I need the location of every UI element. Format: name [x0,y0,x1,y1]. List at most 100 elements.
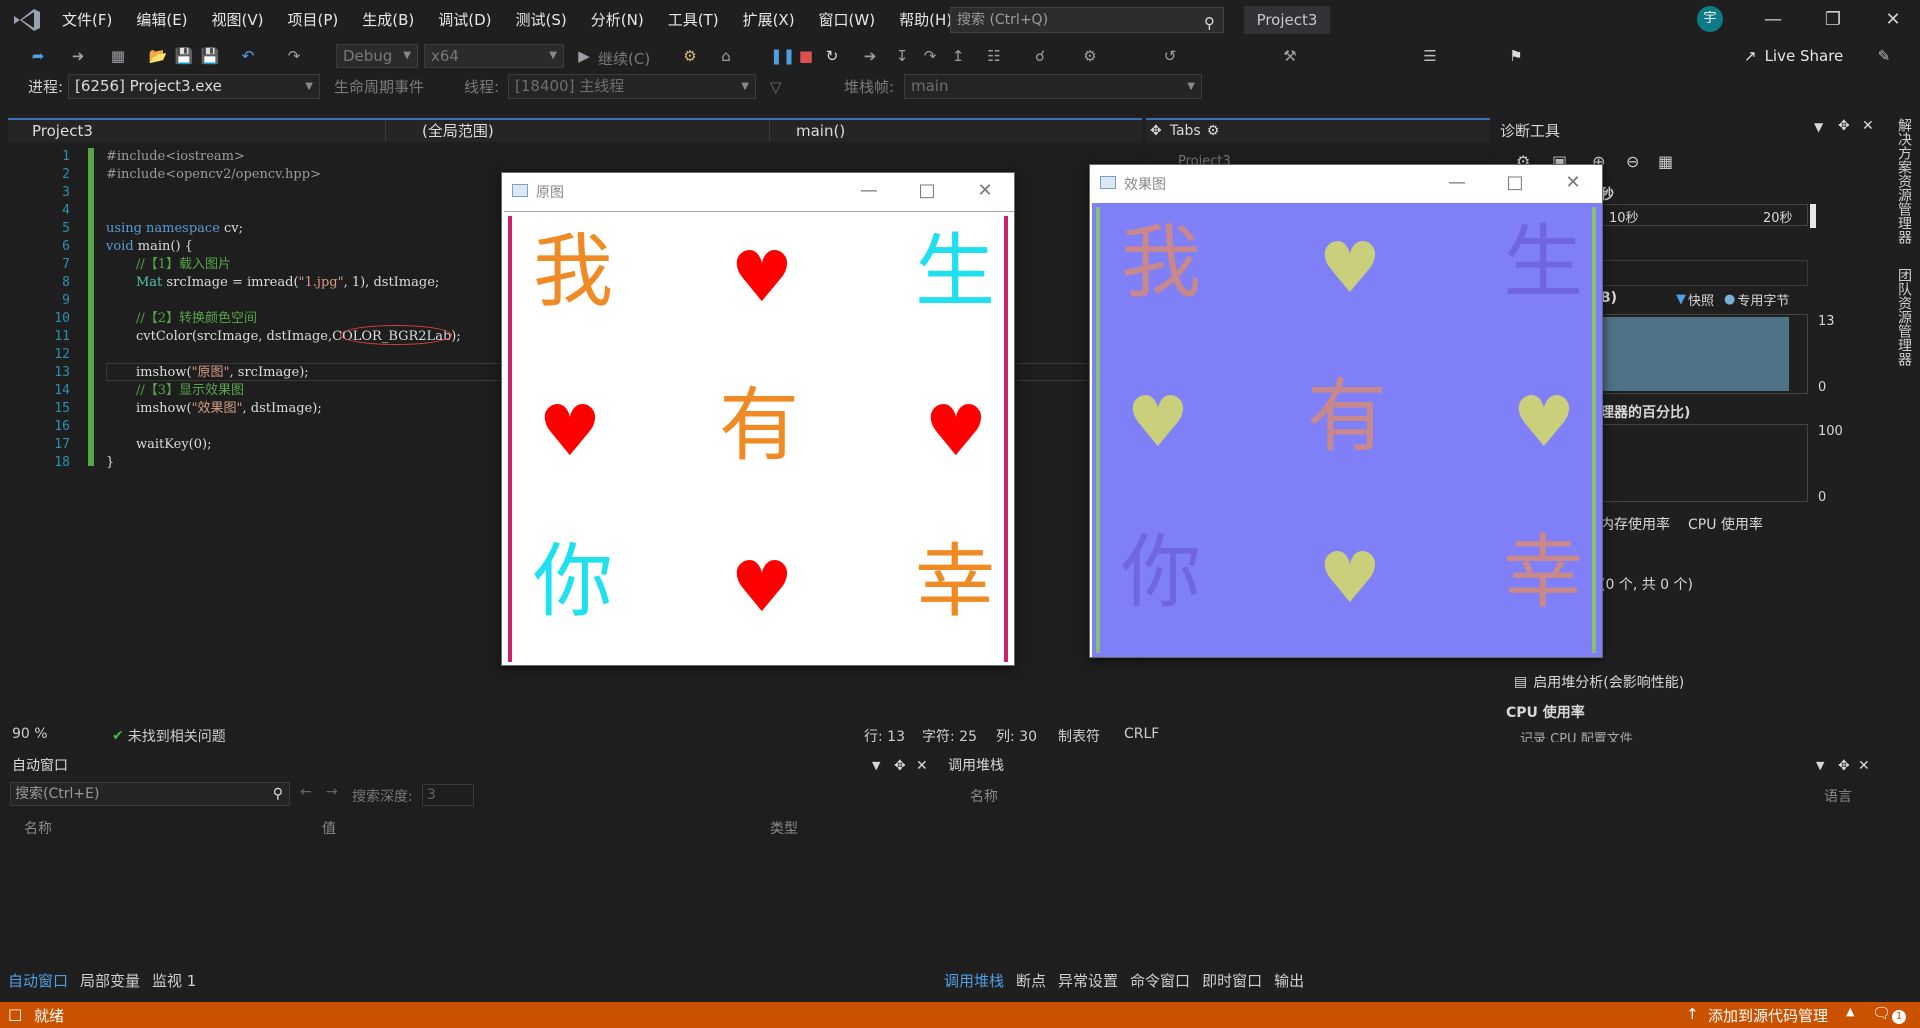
chevron-down-icon[interactable]: ▼ [1816,752,1824,780]
menu-analyze[interactable]: 分析(N) [579,0,656,40]
maximize-button[interactable]: □ [1500,169,1530,197]
close-button[interactable]: ✕ [970,177,1000,205]
live-share-button[interactable]: ↗ Live Share [1744,44,1843,68]
minimize-button[interactable]: — [1750,0,1796,40]
effect-window-titlebar[interactable]: 效果图 — □ ✕ [1090,165,1602,201]
gear-icon[interactable]: ⚙ [1207,123,1220,139]
menu-tools[interactable]: 工具(T) [656,0,731,40]
user-avatar[interactable]: 宇 [1697,6,1723,32]
effect-image-window[interactable]: 效果图 — □ ✕ 我 ♥ 生 ♥ 有 ♥ 你 ♥ 幸 [1089,164,1603,658]
close-button[interactable]: ✕ [1870,0,1916,40]
pin-icon[interactable]: ✥ [1838,752,1850,780]
tab-command-window[interactable]: 命令窗口 [1130,970,1190,992]
autos-search-input[interactable]: 搜索(Ctrl+E) ⚲ [10,782,290,806]
history-icon[interactable]: ↺ [1160,46,1180,66]
enable-heap-analysis-button[interactable]: ▤ 启用堆分析(会影响性能) [1514,672,1684,692]
feedback-icon[interactable]: ✎ [1874,46,1894,66]
project-nav-select[interactable]: Project3 [8,120,386,142]
back-arrow-icon[interactable]: ← [300,784,312,800]
pause-icon[interactable]: ❚❚ [770,46,795,66]
maximize-button[interactable]: □ [912,177,942,205]
zoom-level[interactable]: 90 % [12,726,48,742]
forward-arrow-icon[interactable]: → [326,784,338,800]
pin-icon[interactable]: ✥ [894,752,906,780]
tab-call-stack[interactable]: 调用堆栈 [944,970,1004,992]
tab-exception-settings[interactable]: 异常设置 [1058,970,1118,992]
attach-icon[interactable]: ⚙ [680,46,700,66]
chevron-down-icon[interactable]: ▼ [872,752,880,780]
navigate-back-icon[interactable]: ➦ [28,46,48,66]
record-cpu-profile[interactable]: 记录 CPU 配置文件 [1520,728,1633,742]
bookmark-icon[interactable]: ⚑ [1506,46,1526,66]
global-search-input[interactable]: 搜索 (Ctrl+Q) ⚲ [950,7,1224,33]
tab-locals[interactable]: 局部变量 [80,970,140,992]
tab-output[interactable]: 输出 [1274,970,1304,992]
tab-mode[interactable]: 制表符 [1058,726,1100,746]
line-endings[interactable]: CRLF [1124,726,1159,742]
platform-select[interactable]: x64 ▼ [424,44,564,68]
open-folder-icon[interactable]: 📂 [148,46,168,66]
column-name[interactable]: 名称 [970,786,998,806]
chevron-down-icon[interactable]: ▼ [1814,120,1823,134]
add-to-source-control-button[interactable]: 添加到源代码管理 [1708,1005,1828,1026]
menu-project[interactable]: 项目(P) [276,0,351,40]
menu-test[interactable]: 测试(S) [504,0,579,40]
close-icon[interactable]: ✕ [916,752,928,780]
reset-view-icon[interactable]: ▦ [1658,152,1673,171]
new-project-icon[interactable]: ▦ [108,46,128,66]
issues-indicator[interactable]: ✔ 未找到相关问题 [112,726,226,746]
lifecycle-events-button[interactable]: 生命周期事件 [334,77,424,97]
column-type[interactable]: 类型 [770,818,798,838]
menu-file[interactable]: 文件(F) [50,0,124,40]
original-image-window[interactable]: 原图 — □ ✕ 我 ♥ 生 ♥ 有 ♥ 你 ♥ 幸 [501,172,1015,666]
close-button[interactable]: ✕ [1558,169,1588,197]
scope-nav-select[interactable]: (全局范围) [386,120,770,142]
tab-watch-1[interactable]: 监视 1 [152,970,196,992]
step-over-icon[interactable]: ↷ [920,46,940,66]
continue-button[interactable]: 继续(C) [598,48,650,69]
save-icon[interactable]: 💾 [174,46,194,66]
continue-icon[interactable]: ▶ [574,46,594,66]
menu-view[interactable]: 视图(V) [200,0,276,40]
comment-icon[interactable]: ☰ [1420,46,1440,66]
column-name[interactable]: 名称 [24,818,52,838]
tab-immediate-window[interactable]: 即时窗口 [1202,970,1262,992]
undo-icon[interactable]: ↶ [238,46,258,66]
pin-icon[interactable]: ✥ [1150,123,1162,139]
restart-icon[interactable]: ↻ [822,46,842,66]
tab-breakpoints[interactable]: 断点 [1016,970,1046,992]
breakpoint-tools-icon[interactable]: ☌ [1030,46,1050,66]
filter-icon[interactable]: ▽ [770,77,782,97]
configuration-select[interactable]: Debug ▼ [336,44,418,68]
hex-display-icon[interactable]: ☷ [984,46,1004,66]
column-value[interactable]: 值 [322,818,336,838]
process-select[interactable]: [6256] Project3.exe ▼ [68,74,320,99]
menu-window[interactable]: 窗口(W) [807,0,888,40]
search-depth-select[interactable]: 3 [422,784,474,806]
solution-explorer-tab[interactable]: 解决方案资源管理器 [1894,118,1914,244]
settings-tool-icon[interactable]: ⚒ [1280,46,1300,66]
restore-button[interactable]: ❐ [1810,0,1856,40]
show-next-statement-icon[interactable]: ➔ [860,46,880,66]
redo-icon[interactable]: ↷ [284,46,304,66]
column-language[interactable]: 语言 [1824,786,1852,806]
diagnostic-tool-icon[interactable]: ⚙ [1080,46,1100,66]
timeline-cursor[interactable] [1810,204,1816,228]
step-out-icon[interactable]: ↥ [948,46,968,66]
menu-build[interactable]: 生成(B) [350,0,426,40]
menu-debug[interactable]: 调试(D) [426,0,503,40]
function-nav-select[interactable]: main() [770,120,1142,142]
minimize-button[interactable]: — [854,177,884,205]
menu-edit[interactable]: 编辑(E) [124,0,199,40]
pin-icon[interactable]: ✥ [1838,118,1850,134]
navigate-forward-icon[interactable]: ➜ [68,46,88,66]
close-icon[interactable]: ✕ [1862,118,1874,134]
thread-select[interactable]: [18400] 主线程 ▼ [508,74,756,99]
stop-icon[interactable]: ■ [796,46,816,66]
original-window-titlebar[interactable]: 原图 — □ ✕ [502,173,1014,209]
close-icon[interactable]: ✕ [1858,752,1870,780]
minimize-button[interactable]: — [1442,169,1472,197]
notification-icon[interactable]: 🗨 [1872,1004,1891,1022]
menu-extensions[interactable]: 扩展(X) [731,0,807,40]
team-explorer-tab[interactable]: 团队资源管理器 [1894,268,1914,366]
